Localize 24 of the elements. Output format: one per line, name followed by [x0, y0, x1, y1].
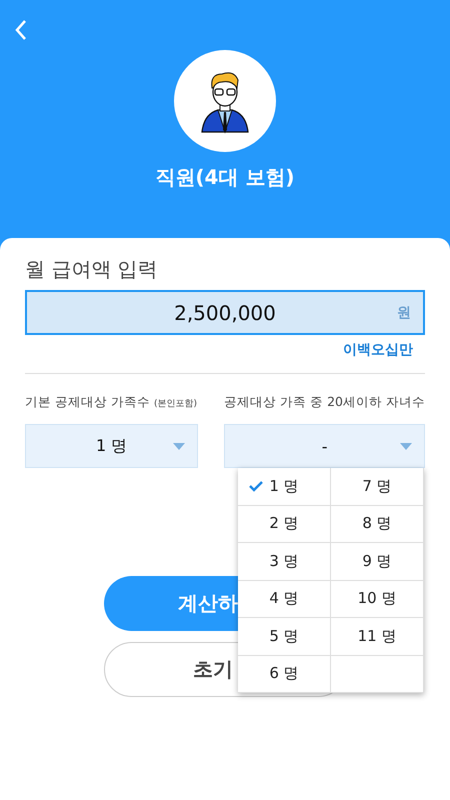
menu-option[interactable]: 10 명	[331, 580, 424, 618]
salary-input-field[interactable]: 2,500,000 원	[25, 290, 425, 335]
dependents-dropdown[interactable]: 1 명	[25, 424, 198, 468]
caret-icon	[400, 443, 412, 450]
menu-option[interactable]: 6 명	[238, 656, 331, 693]
businessman-avatar-icon	[174, 50, 276, 152]
dependents-label: 기본 공제대상 가족수	[25, 394, 150, 409]
menu-option[interactable]: 9 명	[331, 543, 424, 580]
menu-option[interactable]: 8 명	[331, 506, 424, 543]
menu-option[interactable]: 7 명	[331, 468, 424, 506]
children-dropdown[interactable]: -	[224, 424, 425, 468]
amount-in-words: 이백오십만	[342, 341, 414, 359]
menu-option[interactable]: 4 명	[238, 580, 331, 618]
menu-option[interactable]: 2 명	[238, 506, 331, 543]
back-icon[interactable]	[15, 19, 27, 41]
salary-label: 월 급여액 입력	[25, 256, 159, 283]
children-label: 공제대상 가족 중 20세이하 자녀수	[224, 394, 425, 409]
menu-option[interactable]: 5 명	[238, 618, 331, 656]
menu-option[interactable]: 11 명	[331, 618, 424, 656]
page-title: 직원(4대 보험)	[155, 164, 295, 191]
caret-icon	[173, 443, 186, 450]
dependents-note: (본인포함)	[154, 399, 197, 409]
menu-option[interactable]: 1 명	[238, 468, 331, 506]
menu-option[interactable]: 3 명	[238, 543, 331, 580]
